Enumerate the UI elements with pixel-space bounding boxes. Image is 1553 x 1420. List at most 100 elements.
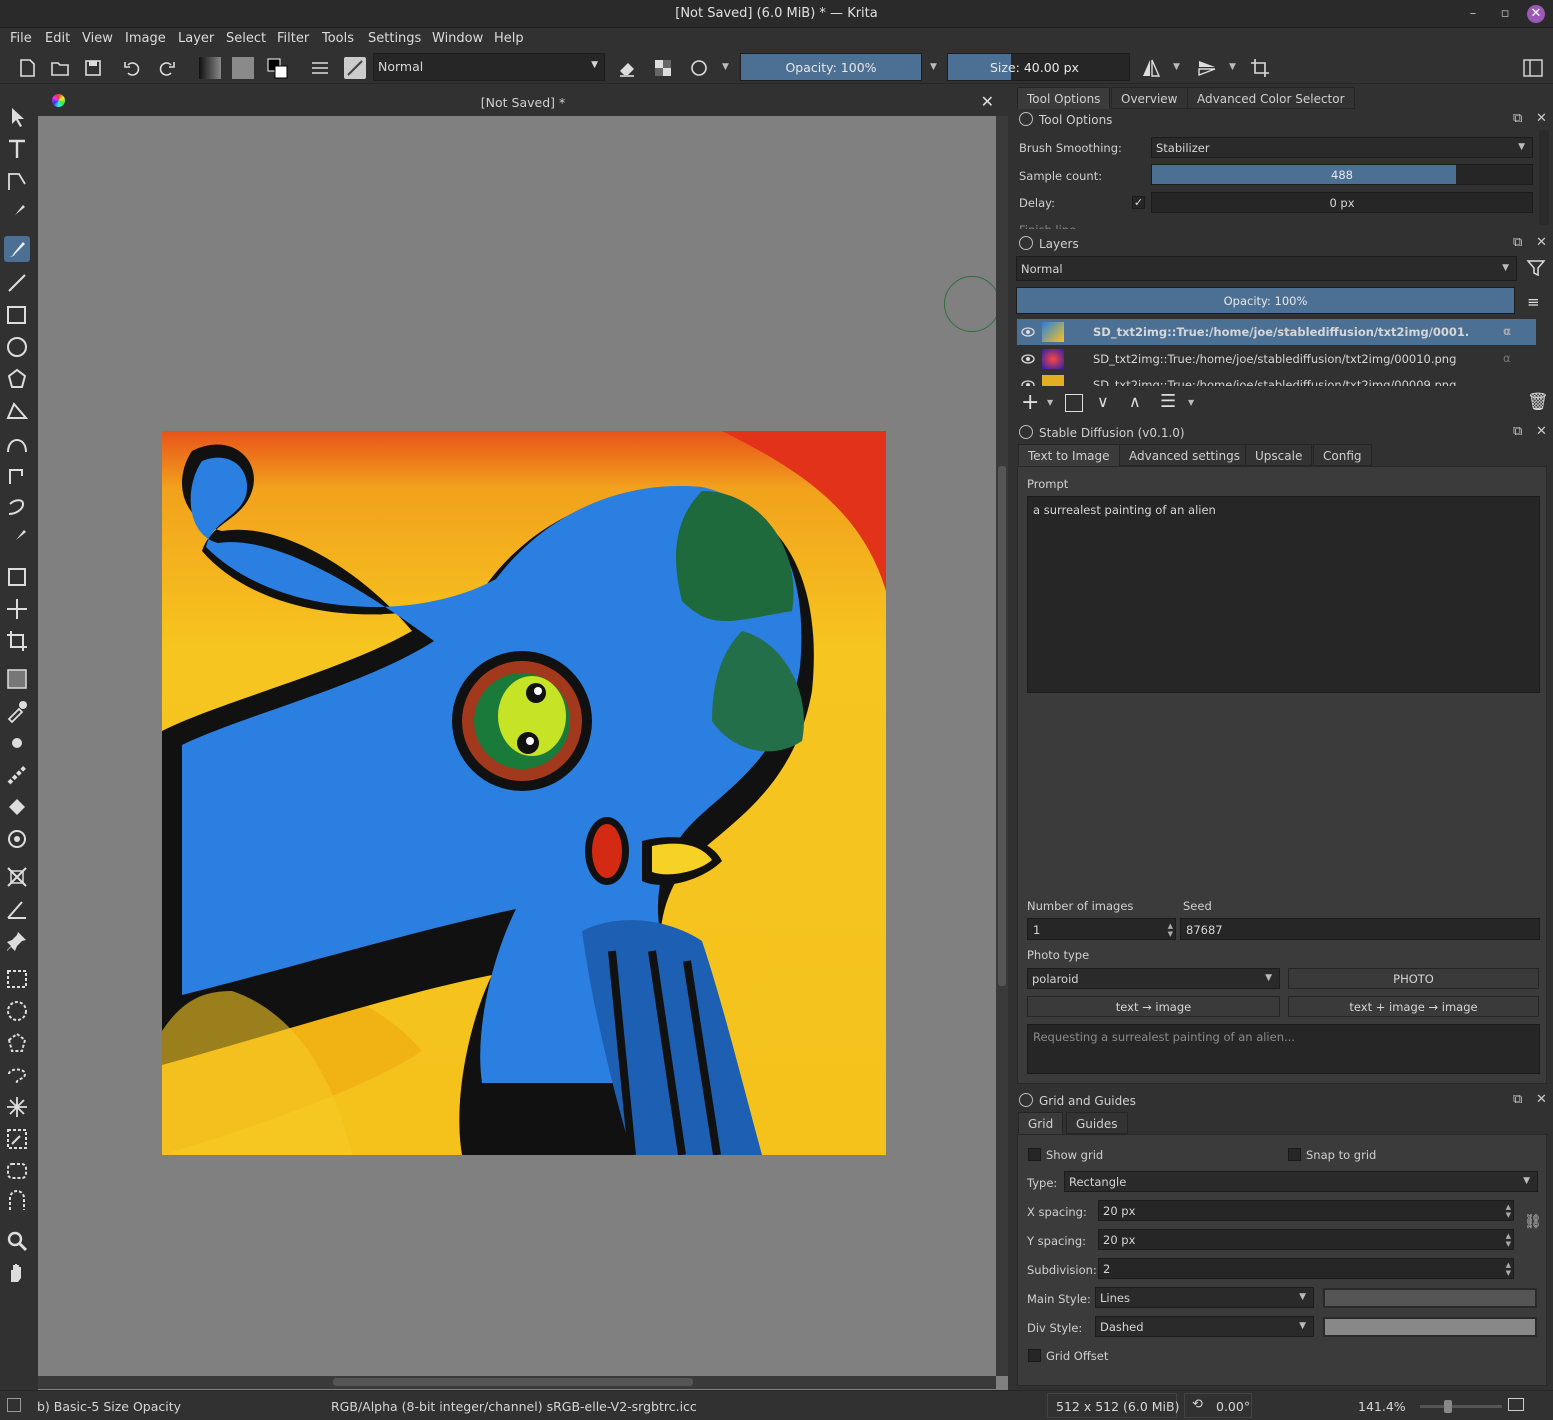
delete-icon[interactable]: 🗑 — [1527, 392, 1549, 412]
subdivision-input[interactable]: 2 ▲ ▼ — [1098, 1258, 1514, 1279]
layer-properties-icon[interactable]: ☰ — [1160, 391, 1176, 412]
chevron-down-icon[interactable]: ▼ — [1229, 62, 1236, 72]
lock-icon[interactable] — [1019, 425, 1033, 439]
menu-help[interactable]: Help — [494, 31, 524, 46]
pan-icon[interactable] — [4, 1260, 30, 1286]
smart-patch-tool-icon[interactable] — [4, 730, 30, 756]
multibrush-tool-icon[interactable] — [4, 526, 30, 552]
close-icon[interactable]: ✕ — [1536, 111, 1547, 126]
mirror-horizontal-icon[interactable] — [1140, 57, 1162, 79]
main-color-swatch[interactable] — [1323, 1288, 1537, 1308]
lock-icon[interactable] — [1019, 1093, 1033, 1107]
menu-edit[interactable]: Edit — [45, 31, 70, 46]
chevron-down-icon[interactable]: ▼ — [1047, 398, 1053, 407]
div-color-swatch[interactable] — [1323, 1317, 1537, 1337]
duplicate-layer-icon[interactable] — [1065, 394, 1083, 412]
close-icon[interactable]: ✕ — [1527, 5, 1545, 23]
move-layer-down-icon[interactable]: ∨ — [1097, 392, 1109, 411]
redo-icon[interactable] — [155, 57, 177, 79]
save-icon[interactable] — [82, 57, 104, 79]
layer-opacity-slider[interactable]: Opacity: 100% — [1016, 287, 1515, 314]
ellipse-select-icon[interactable] — [4, 998, 30, 1024]
eye-icon[interactable] — [1021, 378, 1035, 386]
text-to-image-button[interactable]: text → image — [1027, 996, 1280, 1017]
delay-checkbox[interactable]: ✓ — [1132, 196, 1145, 209]
vertical-scrollbar[interactable] — [996, 116, 1008, 1376]
close-icon[interactable]: ✕ — [1536, 424, 1547, 439]
rectangle-tool-icon[interactable] — [4, 302, 30, 328]
eraser-icon[interactable] — [616, 57, 638, 79]
freehand-brush-tool-icon[interactable] — [4, 236, 30, 262]
opacity-slider[interactable]: Opacity: 100% — [740, 53, 922, 81]
reload-preset-icon[interactable] — [688, 57, 710, 79]
open-icon[interactable] — [49, 57, 71, 79]
size-slider[interactable]: Size: 40.00 px — [947, 53, 1130, 81]
tab-tool-options[interactable]: Tool Options — [1017, 87, 1111, 109]
chevron-down-icon[interactable]: ▼ — [722, 62, 729, 72]
bezier-select-icon[interactable] — [4, 1158, 30, 1184]
menu-view[interactable]: View — [82, 31, 113, 46]
eye-icon[interactable] — [1021, 325, 1035, 339]
main-style-select[interactable]: Lines ▼ — [1095, 1287, 1314, 1308]
menu-select[interactable]: Select — [226, 31, 266, 46]
polyline-tool-icon[interactable] — [4, 398, 30, 424]
gradient-tool-icon[interactable] — [4, 666, 30, 692]
grid-type-select[interactable]: Rectangle ▼ — [1064, 1171, 1538, 1192]
seed-input[interactable]: 87687 — [1180, 918, 1540, 940]
float-icon[interactable]: ⧉ — [1513, 1092, 1522, 1107]
alpha-icon[interactable]: α — [1503, 351, 1511, 365]
layer-row[interactable]: SD_txt2img::True:/home/joe/stablediffusi… — [1017, 346, 1536, 372]
layer-row[interactable]: SD_txt2img::True:/home/joe/stablediffusi… — [1017, 319, 1536, 345]
polygon-tool-icon[interactable] — [4, 366, 30, 392]
bezier-curve-tool-icon[interactable] — [4, 430, 30, 456]
dynamic-brush-tool-icon[interactable] — [4, 494, 30, 520]
move-tool-icon[interactable] — [4, 596, 30, 622]
rectangle-select-icon[interactable] — [4, 966, 30, 992]
photo-type-select[interactable]: polaroid ▼ — [1027, 968, 1280, 989]
perspective-tool-icon[interactable] — [4, 864, 30, 890]
tab-grid[interactable]: Grid — [1018, 1112, 1064, 1134]
measure-tool-icon[interactable] — [4, 896, 30, 922]
vertical-scroll-thumb[interactable] — [998, 466, 1006, 986]
menu-settings[interactable]: Settings — [368, 31, 421, 46]
freehand-path-tool-icon[interactable] — [4, 462, 30, 488]
mirror-vertical-icon[interactable] — [1196, 57, 1218, 79]
wrap-around-icon[interactable] — [1249, 57, 1271, 79]
select-shapes-tool-icon[interactable] — [4, 104, 30, 130]
menu-filter[interactable]: Filter — [277, 31, 309, 46]
polygon-select-icon[interactable] — [4, 1030, 30, 1056]
snap-to-grid-checkbox[interactable] — [1288, 1148, 1301, 1161]
delay-input[interactable]: 0 px — [1151, 192, 1533, 213]
tab-advanced-color-selector[interactable]: Advanced Color Selector — [1187, 87, 1355, 109]
magic-wand-icon[interactable] — [4, 1094, 30, 1120]
text-image-to-image-button[interactable]: text + image → image — [1288, 996, 1539, 1017]
layer-row[interactable]: SD_txt2img::True:/home/joe/stablediffusi… — [1017, 372, 1536, 386]
minimize-icon[interactable]: – — [1464, 5, 1482, 23]
enclose-fill-tool-icon[interactable] — [4, 826, 30, 852]
tab-upscale[interactable]: Upscale — [1245, 444, 1313, 466]
show-grid-checkbox[interactable] — [1028, 1148, 1041, 1161]
tab-config[interactable]: Config — [1313, 444, 1372, 466]
new-document-icon[interactable] — [16, 57, 38, 79]
color-swatch-icon[interactable] — [266, 57, 288, 79]
maximize-icon[interactable]: ▫ — [1496, 5, 1514, 23]
add-layer-icon[interactable]: + — [1021, 390, 1039, 415]
painting-canvas[interactable] — [162, 431, 886, 1155]
alpha-lock-icon[interactable] — [652, 57, 674, 79]
tab-text-to-image[interactable]: Text to Image — [1018, 444, 1120, 466]
horizontal-scrollbar[interactable] — [38, 1376, 996, 1389]
tool-options-scrollbar[interactable] — [1539, 130, 1549, 225]
chevron-down-icon[interactable]: ▼ — [1173, 62, 1180, 72]
blend-mode-select[interactable]: Normal ▼ — [373, 53, 605, 81]
menu-layer[interactable]: Layer — [178, 31, 214, 46]
gradient-icon[interactable] — [199, 57, 221, 79]
y-spacing-input[interactable]: 20 px ▲ ▼ — [1098, 1229, 1514, 1250]
grid-offset-checkbox[interactable] — [1028, 1349, 1041, 1362]
filter-icon[interactable] — [1526, 258, 1546, 278]
similar-color-select-icon[interactable] — [4, 1126, 30, 1152]
tab-guides[interactable]: Guides — [1066, 1112, 1128, 1134]
tab-advanced-settings[interactable]: Advanced settings — [1119, 444, 1250, 466]
brush-settings-icon[interactable] — [309, 57, 331, 79]
transform-tool-icon[interactable] — [4, 564, 30, 590]
float-icon[interactable]: ⧉ — [1513, 111, 1522, 126]
